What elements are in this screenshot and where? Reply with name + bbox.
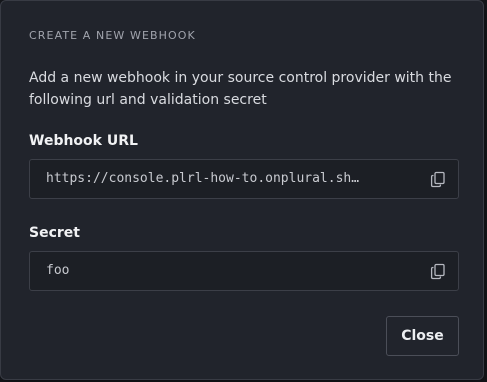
- modal-description: Add a new webhook in your source control…: [29, 70, 452, 108]
- secret-field[interactable]: foo: [29, 251, 459, 291]
- secret-value[interactable]: foo: [46, 263, 412, 278]
- modal-title: CREATE A NEW WEBHOOK: [29, 29, 196, 42]
- secret-label: Secret: [29, 225, 80, 241]
- close-button[interactable]: Close: [386, 316, 459, 356]
- copy-icon[interactable]: [430, 263, 446, 280]
- webhook-url-label: Webhook URL: [29, 133, 138, 149]
- webhook-url-field[interactable]: https://console.plrl-how-to.onplural.sh…: [29, 159, 459, 199]
- webhook-url-value[interactable]: https://console.plrl-how-to.onplural.sh…: [46, 171, 412, 186]
- copy-icon[interactable]: [430, 171, 446, 188]
- create-webhook-modal: CREATE A NEW WEBHOOK Add a new webhook i…: [0, 0, 484, 380]
